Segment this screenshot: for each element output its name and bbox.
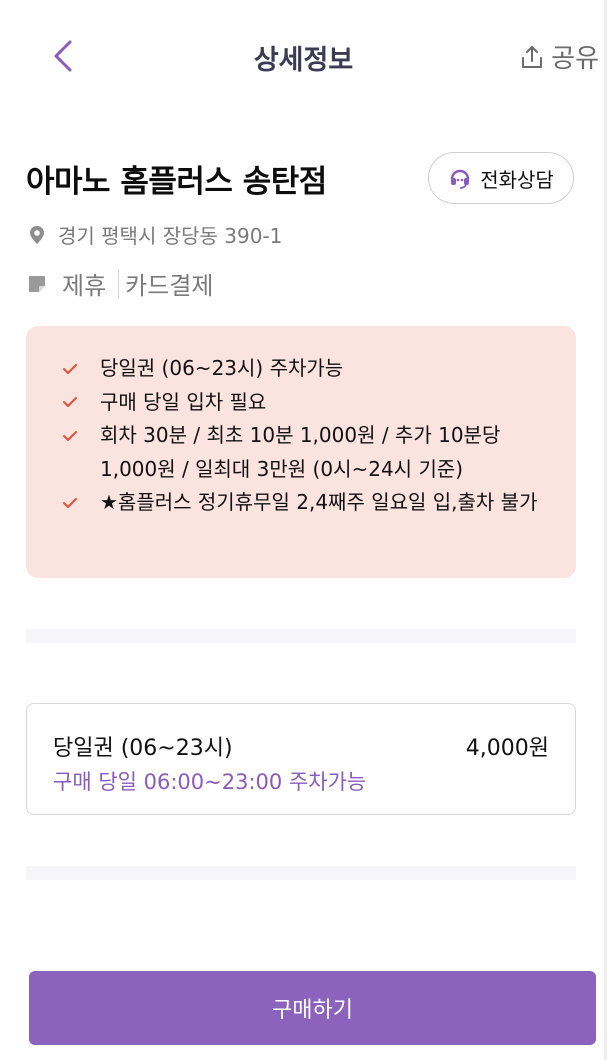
tag-card-payment: 카드결제 [125, 272, 214, 300]
share-label: 공유 [551, 44, 599, 74]
notice-item: 당일권 (06~23시) 주차가능 [62, 352, 552, 386]
buy-button[interactable]: 구매하기 [29, 971, 596, 1045]
call-consult-label: 전화상담 [480, 167, 554, 192]
notice-text: ★홈플러스 정기휴무일 2,4째주 일요일 입,출차 불가 [100, 490, 538, 514]
notice-item: 구매 당일 입차 필요 [62, 386, 552, 420]
tag-row: 제휴 카드결제 [26, 266, 214, 301]
header: 상세정보 공유 [0, 0, 607, 110]
notice-text: 당일권 (06~23시) 주차가능 [100, 356, 344, 380]
tag-partner: 제휴 [62, 272, 107, 300]
location-pin-icon [30, 225, 44, 244]
check-icon [62, 419, 100, 453]
ticket-option[interactable]: 당일권 (06~23시) 4,000원 구매 당일 06:00~23:00 주차… [26, 703, 576, 815]
parking-notice: 당일권 (06~23시) 주차가능 구매 당일 입차 필요 회차 30분 / 최… [26, 326, 576, 578]
card-note-icon [29, 275, 45, 292]
section-divider [26, 629, 576, 643]
page-title: 상세정보 [253, 45, 354, 76]
share-icon [522, 45, 543, 68]
check-icon [62, 352, 100, 386]
call-consult-button[interactable]: 전화상담 [428, 152, 574, 204]
ticket-name: 당일권 (06~23시) [53, 736, 233, 761]
check-icon [62, 386, 100, 420]
store-name: 아마노 홈플러스 송탄점 [26, 164, 327, 200]
store-address: 경기 평택시 장당동 390-1 [58, 224, 283, 248]
notice-item: 회차 30분 / 최초 10분 1,000원 / 추가 10분당 1,000원 … [62, 419, 552, 486]
ticket-description: 구매 당일 06:00~23:00 주차가능 [53, 770, 367, 794]
notice-item: ★홈플러스 정기휴무일 2,4째주 일요일 입,출차 불가 [62, 486, 552, 520]
share-button[interactable]: 공유 [519, 38, 599, 75]
notice-text: 회차 30분 / 최초 10분 1,000원 / 추가 10분당 1,000원 … [100, 423, 501, 481]
tag-divider [118, 268, 120, 299]
headset-icon [450, 169, 470, 189]
check-icon [62, 486, 100, 520]
ticket-price: 4,000원 [465, 736, 549, 761]
notice-text: 구매 당일 입차 필요 [100, 389, 267, 414]
section-divider [26, 866, 576, 880]
address-row: 경기 평택시 장당동 390-1 [26, 220, 282, 249]
